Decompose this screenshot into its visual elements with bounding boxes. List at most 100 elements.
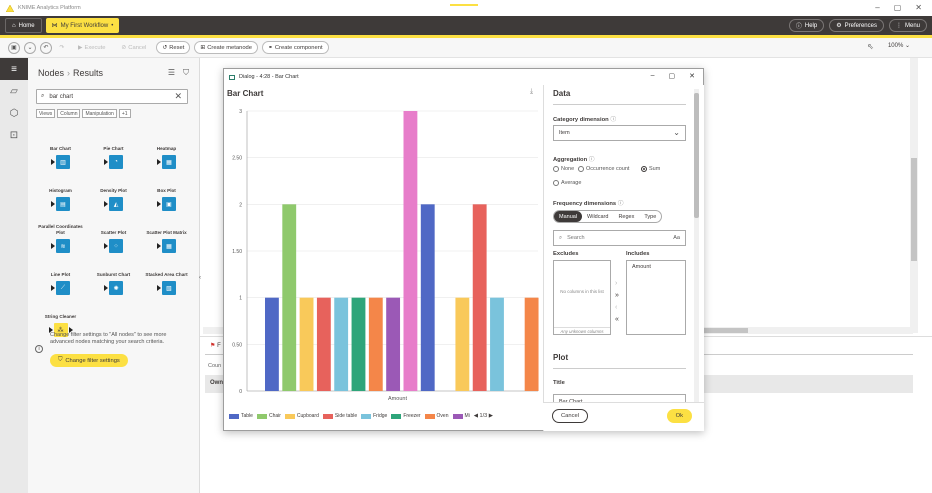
dialog-footer: Cancel Ok	[543, 402, 704, 430]
window-minimize-button[interactable]: –	[875, 3, 879, 12]
node-tile[interactable]: Bar Chart ▥	[34, 133, 87, 169]
nodes-panel-icon[interactable]: ≡	[0, 58, 28, 80]
create-component-button[interactable]: ⚭ Create component	[262, 41, 329, 54]
cancel-exec-button[interactable]: ⊘ Cancel	[115, 41, 152, 54]
app-header: ⌂ Home ⋈ My First Workflow • ⓘ Help ⚙ Pr…	[0, 16, 932, 35]
mode-wildcard[interactable]: Wildcard	[582, 211, 613, 222]
pointer-mode-icon[interactable]: ⇖	[867, 42, 874, 51]
list-view-icon[interactable]: ☰	[168, 68, 175, 78]
aggregation-help-icon[interactable]: ⓘ	[589, 157, 595, 163]
agg-none-radio[interactable]: None	[553, 166, 574, 172]
zoom-dropdown[interactable]: 100% ⌄	[888, 42, 910, 49]
menu-button[interactable]: ⋮ Menu	[888, 19, 927, 32]
create-metanode-button[interactable]: ⊞ Create metanode	[194, 41, 258, 54]
filter-hint-text: Change filter settings to "All nodes" to…	[50, 332, 167, 345]
node-tile[interactable]: Parallel Coordinates Plot ≋	[34, 217, 87, 253]
legend-prev-icon[interactable]: ◀	[474, 413, 478, 419]
mode-regex[interactable]: Regex	[613, 211, 639, 222]
legend-item[interactable]: Oven	[424, 413, 449, 419]
filter-icon[interactable]: ⛉	[183, 68, 189, 78]
includes-item[interactable]: Amount	[632, 264, 651, 270]
cancel-button[interactable]: Cancel	[552, 409, 589, 423]
close-tab-icon[interactable]: •	[111, 23, 113, 29]
move-all-right-icon[interactable]: »	[615, 292, 619, 299]
node-tile[interactable]: Stacked Area Chart ▧	[140, 259, 193, 295]
legend-item[interactable]: Table	[229, 413, 253, 419]
monitor-tab[interactable]: ⚑ F	[210, 342, 221, 349]
node-tile[interactable]: Box Plot ▣	[140, 175, 193, 211]
agg-sum-label: Sum	[649, 166, 661, 172]
agg-average-radio[interactable]: Average	[553, 180, 581, 186]
mode-type[interactable]: Type	[639, 211, 661, 222]
move-all-left-icon[interactable]: «	[615, 316, 619, 323]
cancel-label: Cancel	[561, 413, 580, 419]
chevron-down-icon: ⌄	[673, 128, 680, 137]
agg-count-radio[interactable]: Occurrence count	[578, 166, 629, 172]
legend-item[interactable]: Fridge	[361, 413, 387, 419]
preferences-button[interactable]: ⚙ Preferences	[829, 19, 884, 32]
node-search-input[interactable]: ⌕ bar chart ✕	[36, 89, 188, 104]
move-left-icon[interactable]: ‹	[615, 304, 619, 311]
excludes-list[interactable]: No columns in this list Any unknown colu…	[553, 260, 611, 335]
download-icon[interactable]: ⤓	[530, 88, 533, 96]
undo-icon[interactable]: ↶	[40, 41, 52, 54]
dialog-restore-button[interactable]: ▢	[669, 72, 676, 80]
agg-none-label: None	[561, 166, 575, 172]
collapse-panel-icon[interactable]: ‹	[199, 275, 201, 281]
any-unknown-columns[interactable]: Any unknown columns	[554, 327, 610, 334]
node-repository-icon[interactable]: ⊡	[0, 124, 28, 146]
node-tile[interactable]: Histogram ▤	[34, 175, 87, 211]
excludes-empty-text: No columns in this list	[560, 289, 604, 294]
radio-dot	[553, 166, 559, 172]
window-close-button[interactable]: ✕	[915, 3, 922, 12]
tag-chip[interactable]: Manipulation	[82, 109, 117, 118]
ok-button[interactable]: Ok	[666, 409, 692, 423]
category-dimension-select[interactable]: Item ⌄	[553, 125, 686, 141]
node-tile[interactable]: Scatter Plot ⁘	[87, 217, 140, 253]
clear-search-icon[interactable]: ✕	[174, 91, 182, 102]
change-filter-button[interactable]: ⛉ Change filter settings	[50, 354, 128, 367]
help-button[interactable]: ⓘ Help	[788, 19, 825, 32]
case-sensitive-toggle[interactable]: Aa	[673, 235, 680, 241]
move-right-icon[interactable]: ›	[615, 280, 619, 287]
settings-scroll-thumb[interactable]	[694, 93, 699, 218]
includes-list[interactable]: Amount	[626, 260, 686, 335]
window-restore-button[interactable]: ▢	[894, 3, 902, 12]
mode-manual[interactable]: Manual	[554, 211, 583, 222]
agg-sum-radio[interactable]: Sum	[641, 166, 660, 172]
tag-chip[interactable]: Column	[57, 109, 81, 118]
legend-item[interactable]: Chair	[256, 413, 281, 419]
canvas-vertical-thumb[interactable]	[911, 158, 917, 261]
reset-button[interactable]: ↺ Reset	[156, 41, 191, 54]
legend-item[interactable]: Cupboard	[284, 413, 319, 419]
legend-label: Fridge	[373, 413, 388, 419]
frequency-search-input[interactable]: ⌕ Search Aa	[553, 230, 686, 246]
breadcrumb-nodes[interactable]: Nodes	[38, 68, 64, 78]
tab-home[interactable]: ⌂ Home	[5, 18, 42, 33]
description-icon[interactable]: ▱	[0, 80, 28, 102]
category-help-icon[interactable]: ⓘ	[610, 117, 616, 123]
legend-item[interactable]: Side table	[322, 413, 357, 419]
redo-icon[interactable]: ↷	[56, 42, 68, 54]
dialog-minimize-button[interactable]: –	[651, 72, 655, 80]
legend-pager[interactable]: ◀ 1/3 ▶	[474, 413, 493, 419]
save-icon[interactable]: ▣	[8, 41, 20, 54]
node-tile[interactable]: Scatter Plot Matrix ▦	[140, 217, 193, 253]
execute-button[interactable]: ▶ Execute	[72, 41, 111, 54]
node-tile[interactable]: Pie Chart ◔	[87, 133, 140, 169]
tag-chip[interactable]: +1	[118, 109, 131, 118]
frequency-help-icon[interactable]: ⓘ	[618, 201, 624, 207]
toolbar: ▣ ⌄ ↶ ↷ ▶ Execute ⊘ Cancel ↺ Reset ⊞ Create …	[0, 38, 932, 58]
node-tile[interactable]: Line Plot ⟋	[34, 259, 87, 295]
tab-my-first-workflow[interactable]: ⋈ My First Workflow •	[45, 18, 120, 33]
legend-item[interactable]: Mi	[452, 413, 470, 419]
node-tile[interactable]: Heatmap ▦	[140, 133, 193, 169]
node-tile[interactable]: Sunburst Chart ✺	[87, 259, 140, 295]
tag-chip[interactable]: Views	[36, 109, 56, 118]
legend-item[interactable]: Freezer	[391, 413, 421, 419]
spaces-icon[interactable]: ⬡	[0, 102, 28, 124]
node-tile[interactable]: Density Plot ◭	[87, 175, 140, 211]
legend-next-icon[interactable]: ▶	[489, 413, 493, 419]
dialog-close-button[interactable]: ✕	[689, 72, 695, 80]
chevron-down-icon[interactable]: ⌄	[24, 41, 36, 54]
